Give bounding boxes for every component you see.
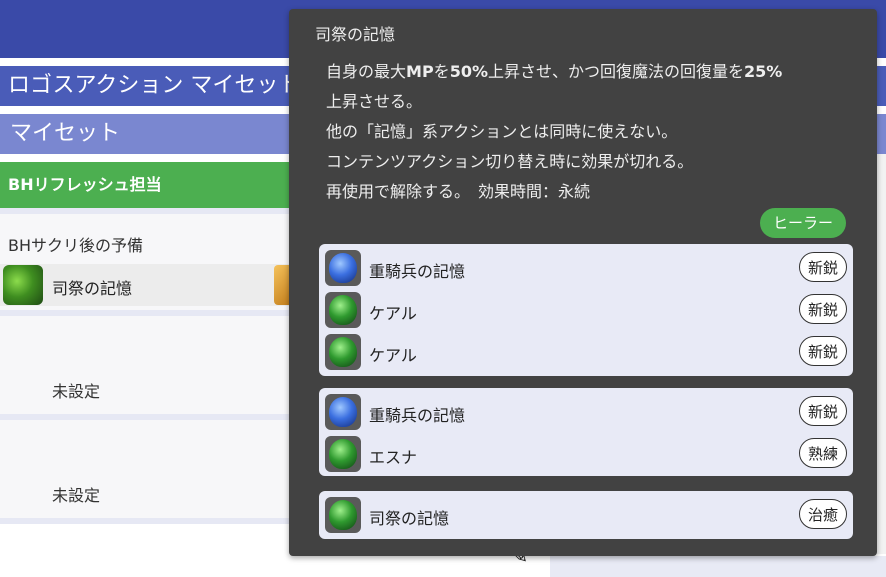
right-panel-edge xyxy=(877,154,886,554)
fragment-tag: 新鋭 xyxy=(799,294,847,324)
blue-gem-icon xyxy=(325,394,361,430)
recipe-group: 司祭の記憶 治癒 xyxy=(319,491,853,539)
action-tooltip: 司祭の記憶 自身の最大MPを50%上昇させ、かつ回復魔法の回復量を25% 上昇さ… xyxy=(289,9,877,556)
tooltip-desc-line-1: 自身の最大MPを50%上昇させ、かつ回復魔法の回復量を25% xyxy=(326,62,783,81)
recipe-item-label: 司祭の記憶 xyxy=(369,509,450,528)
action-slot-label: 司祭の記憶 xyxy=(52,279,133,298)
fragment-tag: 新鋭 xyxy=(799,252,847,282)
action-slot[interactable]: 司祭の記憶 xyxy=(0,264,294,306)
tooltip-title: 司祭の記憶 xyxy=(315,25,396,44)
recipe-group: 重騎兵の記憶 新鋭 ケアル 新鋭 ケアル 新鋭 xyxy=(319,244,853,376)
tooltip-desc-line-3: 他の「記憶」系アクションとは同時に使えない。 xyxy=(326,122,678,141)
recipe-item: 司祭の記憶 治癒 xyxy=(319,494,853,536)
recipe-item-label: 重騎兵の記憶 xyxy=(369,406,466,425)
recipe-item: 重騎兵の記憶 新鋭 xyxy=(319,247,853,289)
recipe-item-label: ケアル xyxy=(369,304,417,323)
recipe-group: 重騎兵の記憶 新鋭 エスナ 熟練 xyxy=(319,388,853,476)
fragment-tag: 治癒 xyxy=(799,499,847,529)
green-gem-icon xyxy=(325,497,361,533)
myset-card-title: BHサクリ後の予備 xyxy=(8,236,144,255)
divider xyxy=(0,518,300,524)
unset-label: 未設定 xyxy=(52,486,101,505)
myset-card-empty[interactable]: 未設定 xyxy=(0,420,300,518)
tooltip-desc-line-2: 上昇させる。 xyxy=(326,92,423,111)
recipe-item-label: ケアル xyxy=(369,346,417,365)
green-gem-icon xyxy=(325,292,361,328)
role-badge: ヒーラー xyxy=(760,208,846,238)
recipe-item: 重騎兵の記憶 新鋭 xyxy=(319,391,853,433)
recipe-item: ケアル 新鋭 xyxy=(319,331,853,373)
fragment-tag: 新鋭 xyxy=(799,396,847,426)
recipe-item: エスナ 熟練 xyxy=(319,433,853,475)
recipe-item-label: エスナ xyxy=(369,448,418,467)
tooltip-desc-line-5: 再使用で解除する。 効果時間：永続 xyxy=(326,182,591,201)
myset-section-header[interactable]: BHリフレッシュ担当 xyxy=(0,162,300,208)
fragment-tag: 新鋭 xyxy=(799,336,847,366)
myset-card: BHサクリ後の予備 司祭の記憶 xyxy=(0,214,300,310)
myset-card-empty[interactable]: 未設定 xyxy=(0,316,300,414)
priest-memory-icon xyxy=(3,265,43,305)
blue-gem-icon xyxy=(325,250,361,286)
fragment-tag: 熟練 xyxy=(799,438,847,468)
unset-label: 未設定 xyxy=(52,382,101,401)
green-gem-icon xyxy=(325,334,361,370)
recipe-item-label: 重騎兵の記憶 xyxy=(369,262,466,281)
recipe-item: ケアル 新鋭 xyxy=(319,289,853,331)
green-gem-icon xyxy=(325,436,361,472)
right-panel-bottom xyxy=(550,556,886,577)
tooltip-desc-line-4: コンテンツアクション切り替え時に効果が切れる。 xyxy=(326,152,694,171)
